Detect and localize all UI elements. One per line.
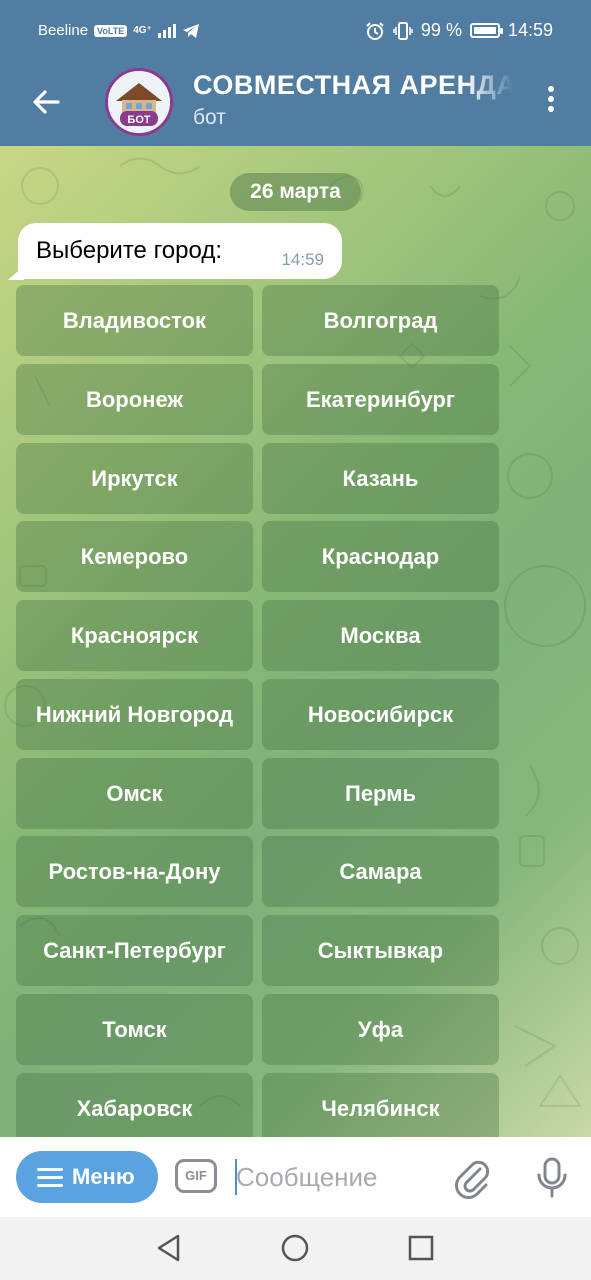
city-button[interactable]: Сыктывкар	[262, 915, 499, 986]
status-left: Beeline VoLTE 4G⁺	[38, 22, 200, 39]
network-type: 4G⁺	[133, 24, 152, 36]
battery-percent: 99 %	[420, 20, 462, 40]
app-header-bar: Beeline VoLTE 4G⁺ 99 % 14:59 БОТ СОВМЕСТ…	[0, 0, 591, 146]
city-button[interactable]: Уфа	[262, 994, 499, 1065]
city-button[interactable]: Кемерово	[16, 521, 253, 592]
system-navigation-bar	[0, 1217, 591, 1280]
avatar-badge: БОТ	[127, 114, 150, 126]
city-button[interactable]: Красноярск	[16, 600, 253, 671]
city-button[interactable]: Владивосток	[16, 285, 253, 356]
city-button[interactable]: Омск	[16, 758, 253, 829]
message-time: 14:59	[281, 250, 324, 269]
message-input[interactable]	[236, 1155, 436, 1199]
menu-icon	[37, 1168, 63, 1192]
city-button[interactable]: Томск	[16, 994, 253, 1065]
bot-avatar[interactable]: БОТ	[105, 68, 173, 136]
city-button[interactable]: Хабаровск	[16, 1073, 253, 1137]
message-input-bar: Меню GIF	[0, 1137, 591, 1217]
city-button[interactable]: Самара	[262, 836, 499, 907]
bot-menu-button[interactable]: Меню	[16, 1151, 158, 1203]
city-button[interactable]: Нижний Новгород	[16, 679, 253, 750]
city-button[interactable]: Санкт-Петербург	[16, 915, 253, 986]
battery-icon	[469, 23, 503, 38]
city-button[interactable]: Иркутск	[16, 443, 253, 514]
date-divider: 26 марта	[230, 173, 361, 211]
menu-button-label: Меню	[72, 1164, 135, 1189]
city-button[interactable]: Пермь	[262, 758, 499, 829]
alarm-icon	[366, 21, 384, 40]
city-button[interactable]: Новосибирск	[262, 679, 499, 750]
city-button[interactable]: Екатеринбург	[262, 364, 499, 435]
status-right: 99 % 14:59	[365, 20, 553, 41]
city-button[interactable]: Волгоград	[262, 285, 499, 356]
nav-back-icon[interactable]	[154, 1233, 184, 1263]
clock: 14:59	[507, 20, 553, 40]
nav-home-icon[interactable]	[280, 1233, 310, 1263]
city-button[interactable]: Воронеж	[16, 364, 253, 435]
house-logo-icon: БОТ	[108, 71, 170, 133]
nav-recents-icon[interactable]	[406, 1233, 436, 1263]
city-button[interactable]: Казань	[262, 443, 499, 514]
carrier-name: Beeline	[38, 22, 89, 39]
city-button[interactable]: Москва	[262, 600, 499, 671]
microphone-icon[interactable]	[532, 1155, 572, 1199]
more-vertical-icon[interactable]	[537, 82, 565, 122]
chat-header: БОТ СОВМЕСТНАЯ АРЕНДА бот	[0, 64, 591, 146]
chat-area[interactable]: 26 марта Выберите город: 14:59 Владивост…	[0, 146, 591, 1137]
arrow-back-icon[interactable]	[28, 84, 64, 120]
city-button[interactable]: Ростов-на-Дону	[16, 836, 253, 907]
message-text: Выберите город:	[36, 237, 222, 264]
chat-title[interactable]: СОВМЕСТНАЯ АРЕНДА	[193, 70, 513, 101]
signal-icon	[157, 23, 176, 38]
vibrate-icon	[393, 21, 413, 40]
paperclip-icon[interactable]	[452, 1155, 492, 1199]
telegram-notification-icon	[182, 23, 199, 38]
chat-subtitle: бот	[193, 106, 226, 129]
city-button[interactable]: Краснодар	[262, 521, 499, 592]
message-bubble[interactable]: Выберите город: 14:59	[18, 223, 342, 279]
status-bar: Beeline VoLTE 4G⁺ 99 % 14:59	[0, 0, 591, 64]
volte-badge: VoLTE	[94, 24, 128, 37]
city-button[interactable]: Челябинск	[262, 1073, 499, 1137]
gif-button[interactable]: GIF	[175, 1159, 217, 1193]
